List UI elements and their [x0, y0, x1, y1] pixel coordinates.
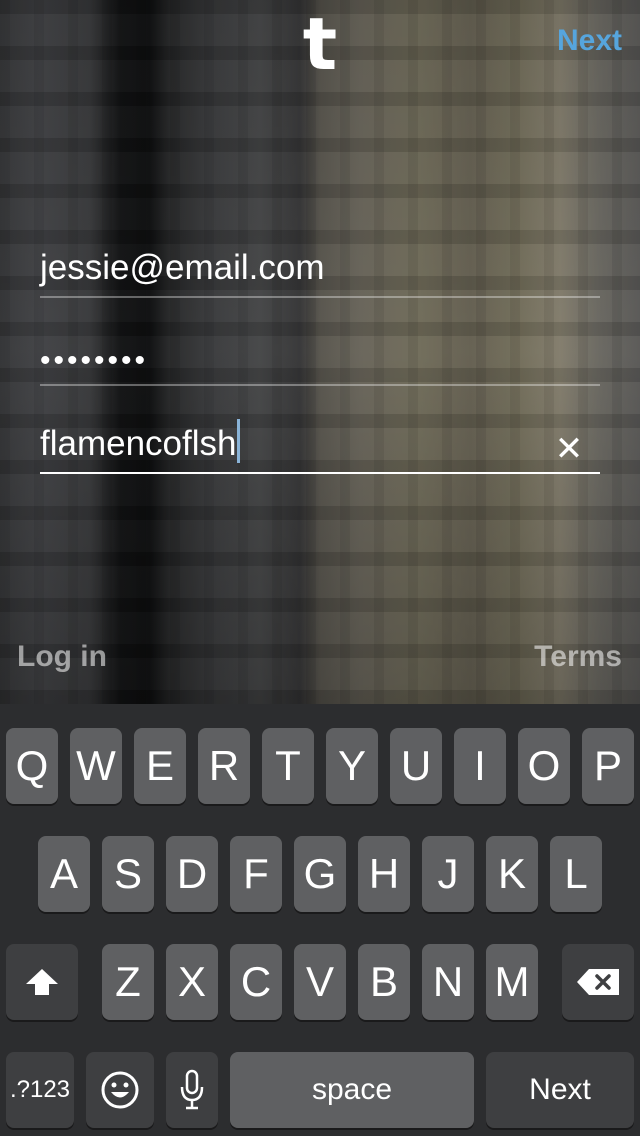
tumblr-logo: t	[302, 2, 338, 86]
emoji-key[interactable]	[86, 1052, 154, 1128]
password-field[interactable]: ••••••••	[40, 334, 600, 386]
key-q[interactable]: Q	[6, 728, 58, 804]
key-g[interactable]: G	[294, 836, 346, 912]
username-field[interactable]: flamencoflsh ✕	[40, 419, 600, 474]
key-b[interactable]: B	[358, 944, 410, 1020]
key-y[interactable]: Y	[326, 728, 378, 804]
key-x[interactable]: X	[166, 944, 218, 1020]
username-text: flamencoflsh	[40, 424, 237, 463]
key-m[interactable]: M	[486, 944, 538, 1020]
key-j[interactable]: J	[422, 836, 474, 912]
key-o[interactable]: O	[518, 728, 570, 804]
shift-key[interactable]	[6, 944, 78, 1020]
text-caret	[237, 419, 241, 463]
close-icon[interactable]: ✕	[554, 432, 584, 466]
email-value: jessie@email.com	[40, 248, 325, 287]
key-p[interactable]: P	[582, 728, 634, 804]
key-r[interactable]: R	[198, 728, 250, 804]
key-n[interactable]: N	[422, 944, 474, 1020]
numbers-key[interactable]: .?123	[6, 1052, 74, 1128]
key-i[interactable]: I	[454, 728, 506, 804]
password-value: ••••••••	[40, 344, 149, 377]
login-link[interactable]: Log in	[17, 640, 107, 674]
key-u[interactable]: U	[390, 728, 442, 804]
key-d[interactable]: D	[166, 836, 218, 912]
key-t[interactable]: T	[262, 728, 314, 804]
key-f[interactable]: F	[230, 836, 282, 912]
terms-link[interactable]: Terms	[534, 640, 622, 674]
key-h[interactable]: H	[358, 836, 410, 912]
shift-icon	[26, 969, 58, 995]
dictation-key[interactable]	[166, 1052, 218, 1128]
microphone-icon	[180, 1069, 204, 1110]
username-value: flamencoflsh	[40, 419, 241, 464]
key-e[interactable]: E	[134, 728, 186, 804]
return-next-key[interactable]: Next	[486, 1052, 634, 1128]
key-z[interactable]: Z	[102, 944, 154, 1020]
next-button[interactable]: Next	[557, 24, 622, 58]
space-key[interactable]: space	[230, 1052, 474, 1128]
key-s[interactable]: S	[102, 836, 154, 912]
keyboard: Q W E R T Y U I O P A S D F G H J K L Z …	[0, 704, 640, 1136]
key-w[interactable]: W	[70, 728, 122, 804]
email-field[interactable]: jessie@email.com	[40, 246, 600, 298]
key-l[interactable]: L	[550, 836, 602, 912]
backspace-icon	[577, 969, 619, 995]
emoji-icon	[101, 1071, 139, 1109]
key-v[interactable]: V	[294, 944, 346, 1020]
key-a[interactable]: A	[38, 836, 90, 912]
key-k[interactable]: K	[486, 836, 538, 912]
backspace-key[interactable]	[562, 944, 634, 1020]
key-c[interactable]: C	[230, 944, 282, 1020]
